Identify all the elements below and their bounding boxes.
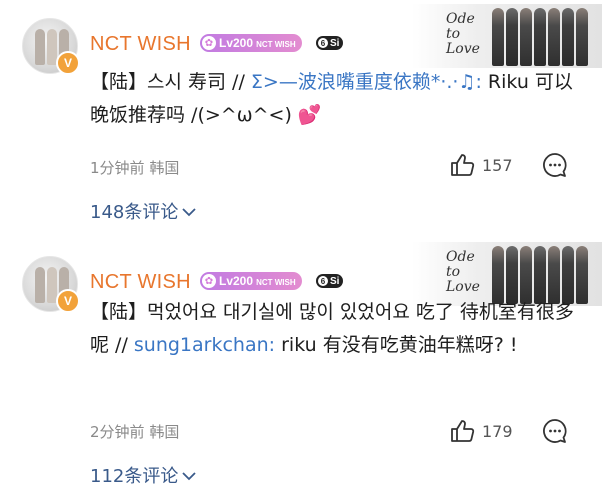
comment-location: 韩国	[149, 423, 180, 441]
banner-image	[492, 8, 588, 66]
replies-toggle[interactable]: 112条评论	[90, 462, 196, 488]
svip-icon: 6	[318, 38, 328, 48]
comment-time: 2分钟前	[90, 423, 145, 441]
banner-logo: Ode to Love	[446, 249, 480, 295]
comment-meta: 1分钟前 韩国	[90, 157, 179, 178]
mention-link[interactable]: sung1arkchan:	[134, 334, 275, 356]
comment-text: 【陆】먹었어요 대기실에 많이 있었어요 吃了 待机室有很多呢 // sung1…	[90, 296, 582, 362]
level-badge[interactable]: ✿ Lv200 NCT WISH	[200, 34, 302, 52]
chat-bubble-icon	[542, 152, 568, 178]
comment-time: 1分钟前	[90, 159, 145, 177]
chevron-down-icon	[182, 465, 196, 486]
mention-link[interactable]: Σ>—波浪嘴重度依赖*·.·♫:	[251, 71, 482, 93]
flower-icon: ✿	[202, 36, 216, 50]
level-group: NCT WISH	[256, 40, 296, 49]
like-count: 179	[482, 421, 513, 441]
reply-button[interactable]	[542, 418, 568, 444]
verified-badge-icon: V	[56, 289, 80, 313]
verified-badge-icon: V	[56, 51, 80, 75]
like-button[interactable]: 157	[450, 153, 513, 177]
comment-text-suffix: riku 有没有吃黄油年糕呀? !	[275, 334, 518, 356]
svip-badge[interactable]: 6 Si	[316, 274, 344, 288]
profile-banner: Ode to Love	[412, 4, 602, 68]
comment-location: 韩国	[149, 159, 180, 177]
svip-badge[interactable]: 6 Si	[316, 36, 344, 50]
heart-emoji: 💕	[297, 104, 322, 126]
thumbs-up-icon	[450, 153, 476, 177]
svip-icon: 6	[318, 276, 328, 286]
svip-text: Si	[330, 275, 340, 287]
comment-item: Ode to Love V NCT WISH ✿ Lv200 NCT WISH …	[0, 238, 602, 500]
replies-count: 148条评论	[90, 202, 179, 223]
level-group: NCT WISH	[256, 278, 296, 287]
thumbs-up-icon	[450, 419, 476, 443]
level-text: Lv200	[219, 274, 254, 288]
like-count: 157	[482, 155, 513, 175]
reply-button[interactable]	[542, 152, 568, 178]
replies-toggle[interactable]: 148条评论	[90, 198, 196, 224]
comment-item: Ode to Love V NCT WISH ✿ Lv200 NCT WISH …	[0, 0, 602, 232]
username[interactable]: NCT WISH	[90, 33, 191, 56]
like-button[interactable]: 179	[450, 419, 513, 443]
flower-icon: ✿	[202, 274, 216, 288]
level-text: Lv200	[219, 36, 254, 50]
comment-text-prefix: 【陆】스시 寿司 //	[90, 71, 251, 93]
username[interactable]: NCT WISH	[90, 271, 191, 294]
chevron-down-icon	[182, 201, 196, 222]
replies-count: 112条评论	[90, 466, 179, 487]
chat-bubble-icon	[542, 418, 568, 444]
comment-text: 【陆】스시 寿司 // Σ>—波浪嘴重度依赖*·.·♫: Riku 可以晚饭推荐…	[90, 66, 582, 132]
banner-logo: Ode to Love	[446, 11, 480, 57]
comment-meta: 2分钟前 韩国	[90, 421, 179, 442]
svip-text: Si	[330, 37, 340, 49]
level-badge[interactable]: ✿ Lv200 NCT WISH	[200, 272, 302, 290]
